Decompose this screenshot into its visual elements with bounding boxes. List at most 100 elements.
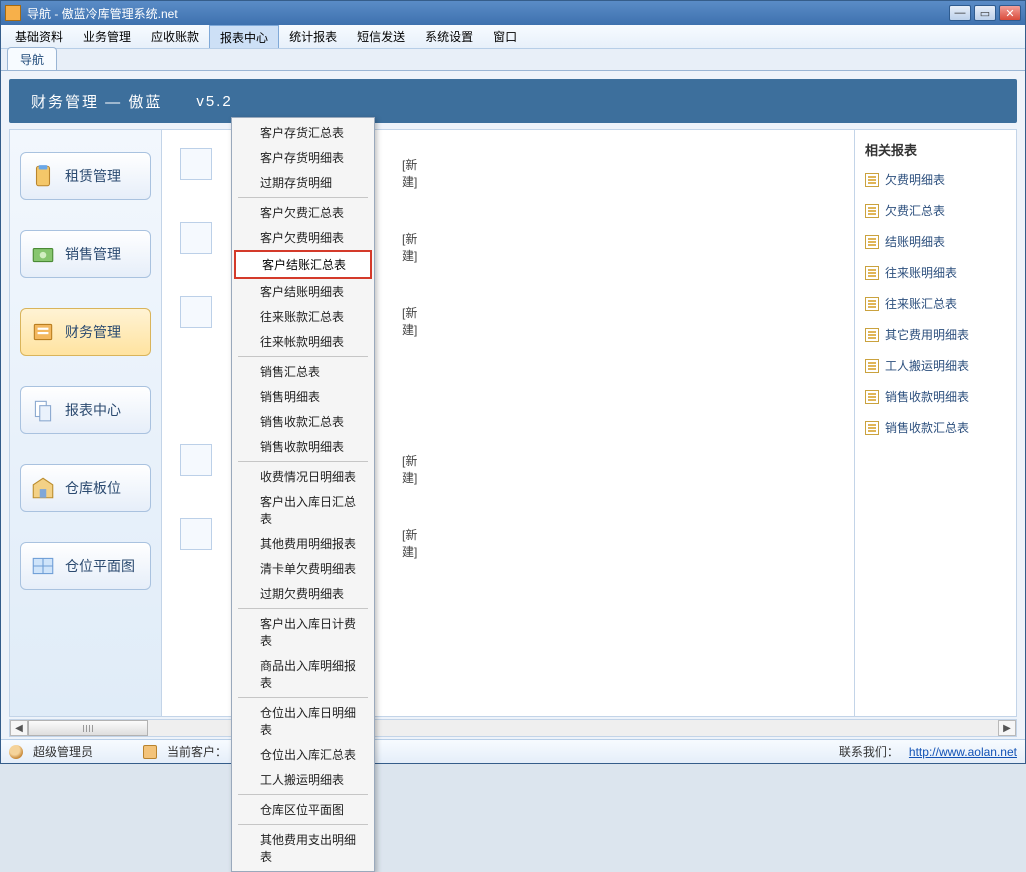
nav-button[interactable]: 仓库板位 [20, 464, 151, 512]
new-link[interactable]: [新建] [402, 526, 417, 560]
dropdown-item[interactable]: 其他费用支出明细表 [234, 827, 372, 869]
report-label: 欠费明细表 [885, 171, 945, 188]
scroll-track[interactable] [28, 720, 998, 736]
report-label: 销售收款明细表 [885, 388, 969, 405]
maximize-button[interactable]: ▭ [974, 5, 996, 21]
nav-label: 仓位平面图 [65, 556, 135, 576]
dropdown-item[interactable]: 客户欠费明细表 [234, 225, 372, 250]
dropdown-item[interactable]: 客户结账明细表 [234, 279, 372, 304]
report-icon [865, 204, 879, 218]
report-item[interactable]: 销售收款汇总表 [865, 419, 1006, 436]
menu-item[interactable]: 基础资料 [5, 25, 73, 48]
tab-strip: 导航 [1, 49, 1025, 71]
new-link[interactable]: [新建] [402, 230, 417, 264]
menu-item[interactable]: 窗口 [483, 25, 527, 48]
banner-title: 财务管理 ― 傲蓝 [31, 91, 162, 112]
nav-icon [29, 162, 57, 190]
content-icon[interactable] [180, 222, 212, 254]
scroll-thumb[interactable] [28, 720, 148, 736]
banner-version: v5.2 [196, 93, 232, 110]
app-icon [5, 5, 21, 21]
dropdown-item[interactable]: 仓位出入库日明细表 [234, 700, 372, 742]
nav-button[interactable]: 销售管理 [20, 230, 151, 278]
dropdown-item[interactable]: 仓位出入库汇总表 [234, 742, 372, 767]
dropdown-item[interactable]: 销售明细表 [234, 384, 372, 409]
dropdown-item[interactable]: 客户结账汇总表 [234, 250, 372, 279]
report-item[interactable]: 销售收款明细表 [865, 388, 1006, 405]
report-item[interactable]: 往来账明细表 [865, 264, 1006, 281]
window-title: 导航 - 傲蓝冷库管理系统.net [27, 5, 949, 22]
report-icon [865, 297, 879, 311]
report-icon [865, 421, 879, 435]
dropdown-item[interactable]: 收费情况日明细表 [234, 464, 372, 489]
dropdown-item[interactable]: 销售收款汇总表 [234, 409, 372, 434]
dropdown-item[interactable]: 销售收款明细表 [234, 434, 372, 459]
contact-link[interactable]: http://www.aolan.net [909, 745, 1017, 759]
content-icon[interactable] [180, 148, 212, 180]
nav-icon [29, 552, 57, 580]
dropdown-item[interactable]: 往来账款汇总表 [234, 304, 372, 329]
report-label: 往来账明细表 [885, 264, 957, 281]
report-item[interactable]: 其它费用明细表 [865, 326, 1006, 343]
sidebar: 租赁管理销售管理财务管理报表中心仓库板位仓位平面图 [10, 130, 162, 716]
scroll-right-button[interactable]: ▶ [998, 720, 1016, 736]
dropdown-item[interactable]: 仓库区位平面图 [234, 797, 372, 822]
report-item[interactable]: 工人搬运明细表 [865, 357, 1006, 374]
status-user: 超级管理员 [33, 743, 93, 760]
menu-item[interactable]: 统计报表 [279, 25, 347, 48]
new-link[interactable]: [新建] [402, 304, 417, 338]
report-item[interactable]: 欠费汇总表 [865, 202, 1006, 219]
report-item[interactable]: 往来账汇总表 [865, 295, 1006, 312]
nav-button[interactable]: 报表中心 [20, 386, 151, 434]
dropdown-item[interactable]: 往来帐款明细表 [234, 329, 372, 354]
nav-button[interactable]: 仓位平面图 [20, 542, 151, 590]
dropdown-item[interactable]: 客户欠费汇总表 [234, 200, 372, 225]
report-label: 结账明细表 [885, 233, 945, 250]
nav-button[interactable]: 租赁管理 [20, 152, 151, 200]
page-banner: 财务管理 ― 傲蓝 v5.2 [9, 79, 1017, 123]
status-customer-label: 当前客户： [167, 743, 227, 760]
customer-icon [143, 745, 157, 759]
dropdown-item[interactable]: 过期存货明细 [234, 170, 372, 195]
dropdown-item[interactable]: 其他费用明细报表 [234, 531, 372, 556]
nav-icon [29, 240, 57, 268]
nav-icon [29, 474, 57, 502]
report-icon [865, 235, 879, 249]
menu-item[interactable]: 应收账款 [141, 25, 209, 48]
nav-label: 销售管理 [65, 244, 121, 264]
horizontal-scrollbar[interactable]: ◀ ▶ [9, 719, 1017, 737]
dropdown-item[interactable]: 过期欠费明细表 [234, 581, 372, 606]
related-reports-title: 相关报表 [865, 140, 1006, 159]
nav-label: 仓库板位 [65, 478, 121, 498]
dropdown-item[interactable]: 客户出入库日计费表 [234, 611, 372, 653]
menubar: 基础资料业务管理应收账款报表中心统计报表短信发送系统设置窗口 [1, 25, 1025, 49]
nav-label: 租赁管理 [65, 166, 121, 186]
related-reports-panel: 相关报表 欠费明细表欠费汇总表结账明细表往来账明细表往来账汇总表其它费用明细表工… [854, 130, 1016, 716]
new-link[interactable]: [新建] [402, 156, 417, 190]
menu-item[interactable]: 短信发送 [347, 25, 415, 48]
dropdown-item[interactable]: 客户存货汇总表 [234, 120, 372, 145]
content-icon[interactable] [180, 518, 212, 550]
dropdown-item[interactable]: 工人搬运明细表 [234, 767, 372, 792]
minimize-button[interactable]: — [949, 5, 971, 21]
menu-item[interactable]: 业务管理 [73, 25, 141, 48]
dropdown-item[interactable]: 销售汇总表 [234, 359, 372, 384]
dropdown-item[interactable]: 商品出入库明细报表 [234, 653, 372, 695]
new-link[interactable]: [新建] [402, 452, 417, 486]
dropdown-item[interactable]: 客户出入库日汇总表 [234, 489, 372, 531]
tab-nav[interactable]: 导航 [7, 47, 57, 70]
content-icon[interactable] [180, 296, 212, 328]
scroll-left-button[interactable]: ◀ [10, 720, 28, 736]
report-item[interactable]: 结账明细表 [865, 233, 1006, 250]
report-icon [865, 390, 879, 404]
content-icon[interactable] [180, 444, 212, 476]
menu-item[interactable]: 系统设置 [415, 25, 483, 48]
menu-item[interactable]: 报表中心 [209, 25, 279, 48]
close-button[interactable]: ✕ [999, 5, 1021, 21]
nav-button[interactable]: 财务管理 [20, 308, 151, 356]
dropdown-item[interactable]: 客户存货明细表 [234, 145, 372, 170]
report-label: 欠费汇总表 [885, 202, 945, 219]
report-item[interactable]: 欠费明细表 [865, 171, 1006, 188]
dropdown-item[interactable]: 清卡单欠费明细表 [234, 556, 372, 581]
nav-icon [29, 318, 57, 346]
